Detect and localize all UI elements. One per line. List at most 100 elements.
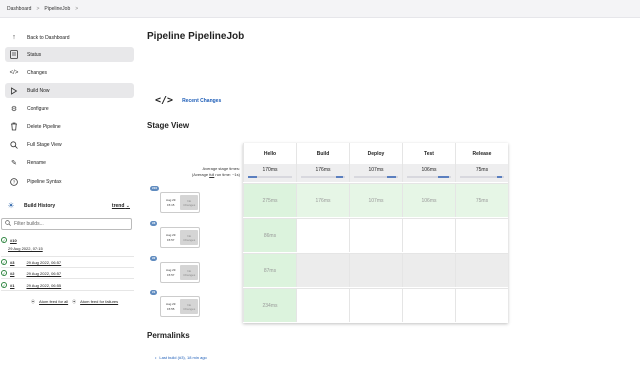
recent-changes[interactable]: </> Recent Changes	[155, 95, 221, 106]
stage-cell	[349, 218, 402, 252]
breadcrumb-separator: >	[36, 5, 40, 12]
sidebar-item-pipeline-syntax[interactable]: ? Pipeline Syntax	[5, 174, 134, 189]
stage-header: Release	[455, 143, 508, 164]
build-number[interactable]: #3	[10, 260, 14, 265]
trend-dropdown[interactable]: trend ⌄	[112, 203, 130, 209]
stage-header: Build	[296, 143, 349, 164]
stage-avg-bar	[301, 176, 345, 178]
build-number[interactable]: #1	[10, 283, 14, 288]
stage-avg: 107ms	[349, 164, 402, 182]
build-date[interactable]: 29 Aug 2022, 06:57	[26, 271, 61, 276]
stage-avg-bar	[354, 176, 398, 178]
run-row: #3 Aug 29 15:57 No Changes	[147, 218, 243, 252]
filter-builds-input[interactable]: Filter builds...	[1, 218, 132, 230]
build-history-icon: ☀	[7, 201, 15, 210]
stage-cell[interactable]: 75ms	[455, 183, 508, 217]
sidebar-item-label: Rename	[27, 159, 46, 166]
run-card[interactable]: Aug 29 15:55 No Changes	[160, 296, 200, 317]
run-badge[interactable]: #10	[150, 186, 160, 191]
stage-cell[interactable]: 176ms	[296, 183, 349, 217]
run-badge[interactable]: #2	[150, 256, 158, 261]
sidebar-item-back-to-dashboard[interactable]: ↑ Back to Dashboard	[5, 30, 134, 45]
sidebar-item-configure[interactable]: ⚙ Configure	[5, 101, 134, 116]
run-date: Aug 29 15:55	[161, 297, 180, 316]
build-number[interactable]: #10	[10, 238, 17, 243]
atom-feed-all-link[interactable]: Atom feed for all	[39, 299, 68, 305]
stage-cell[interactable]: 107ms	[349, 183, 402, 217]
build-history-header: ☀ Build History trend ⌄	[5, 198, 134, 213]
stage-cell	[455, 218, 508, 252]
stage-avg-value: 176ms	[315, 167, 331, 173]
stage-cell[interactable]: 234ms	[243, 288, 296, 322]
sidebar-item-rename[interactable]: ✎ Rename	[5, 155, 134, 170]
permalink-link[interactable]: Last build (#3), 18 min ago	[159, 355, 206, 360]
build-row[interactable]: ✓ #3 29 Aug 2022, 06:57	[1, 259, 61, 265]
run-date: Aug 29 15:57	[161, 228, 180, 247]
sidebar-item-label: Back to Dashboard	[27, 34, 70, 41]
run-card[interactable]: Aug 29 15:57 No Changes	[160, 227, 200, 248]
gear-icon: ⚙	[10, 105, 18, 113]
build-row[interactable]: ✓ #2 29 Aug 2022, 06:57	[1, 270, 61, 276]
sidebar-item-label: Full Stage View	[27, 141, 62, 148]
sidebar-item-label: Pipeline Syntax	[27, 178, 62, 185]
stage-avg-bar-fill	[248, 176, 257, 178]
breadcrumb-dashboard[interactable]: Dashboard	[7, 6, 31, 12]
stage-cell[interactable]: 87ms	[243, 253, 296, 287]
sidebar-item-full-stage-view[interactable]: Full Stage View	[5, 137, 134, 152]
sidebar-item-label: Changes	[27, 69, 48, 76]
run-date: Aug 29 15:57	[161, 263, 180, 282]
stage-avg-bar-fill	[438, 176, 449, 178]
stage-cell[interactable]: 86ms	[243, 218, 296, 252]
divider	[1, 256, 134, 257]
stage-cell	[296, 253, 349, 287]
success-icon: ✓	[1, 270, 7, 276]
run-badge[interactable]: #1	[150, 290, 158, 295]
permalinks-title: Permalinks	[147, 331, 190, 340]
stage-cell	[349, 288, 402, 322]
run-card[interactable]: Aug 29 15:57 No Changes	[160, 262, 200, 283]
bullet-icon: •	[155, 355, 157, 360]
recent-changes-link[interactable]: Recent Changes	[182, 98, 221, 104]
run-card[interactable]: Aug 29 15:15 No Changes	[160, 192, 200, 213]
breadcrumb-pipelinejob[interactable]: PipelineJob	[44, 6, 70, 12]
stage-avg: 106ms	[402, 164, 455, 182]
build-number[interactable]: #2	[10, 271, 14, 276]
sidebar-item-build-now[interactable]: Build Now	[5, 83, 134, 98]
rss-icon: ⦿	[72, 299, 77, 304]
no-changes-badge: No Changes	[180, 265, 198, 280]
divider	[1, 278, 134, 279]
stage-cell	[455, 288, 508, 322]
run-badge[interactable]: #3	[150, 221, 158, 226]
sidebar-item-delete-pipeline[interactable]: Delete Pipeline	[5, 119, 134, 134]
stage-cell	[402, 288, 455, 322]
play-icon	[9, 86, 19, 96]
run-row: #2 Aug 29 15:57 No Changes	[147, 253, 243, 287]
stage-cell[interactable]: 275ms	[243, 183, 296, 217]
sidebar-item-changes[interactable]: </> Changes	[5, 65, 134, 80]
build-row[interactable]: ✓ #10	[1, 237, 17, 243]
sidebar-item-status[interactable]: Status	[5, 47, 134, 62]
sidebar-item-label: Status	[27, 51, 42, 58]
build-date[interactable]: 29 Aug 2022, 06:57	[26, 260, 61, 265]
run-row: #1 Aug 29 15:55 No Changes	[147, 287, 243, 321]
no-changes-badge: No Changes	[180, 195, 198, 210]
stage-avg-bar-fill	[496, 176, 502, 178]
run-date-time: 15:15	[166, 202, 175, 207]
stage-cell[interactable]: 106ms	[402, 183, 455, 217]
arrow-up-icon: ↑	[12, 34, 16, 41]
stage-cell	[296, 218, 349, 252]
permalink-item[interactable]: • Last build (#3), 18 min ago	[155, 355, 207, 360]
build-row[interactable]: ✓ #1 29 Aug 2022, 06:55	[1, 282, 61, 288]
stage-cell	[455, 253, 508, 287]
page-title: Pipeline PipelineJob	[147, 31, 245, 42]
stage-avg: 176ms	[296, 164, 349, 182]
stage-avg-bar-fill	[387, 176, 396, 178]
atom-feed-failures-link[interactable]: Atom feed for failures	[80, 299, 118, 305]
run-row: #10 Aug 29 15:15 No Changes	[147, 183, 243, 217]
build-date[interactable]: 29 Aug 2022, 06:55	[26, 283, 61, 288]
trash-icon	[9, 122, 19, 132]
chevron-down-icon: ⌄	[125, 202, 130, 209]
build-date[interactable]: 29 Aug 2022, 07:15	[8, 246, 43, 251]
stage-avg-bar	[460, 176, 504, 178]
no-changes-line2: Changes	[183, 272, 196, 277]
